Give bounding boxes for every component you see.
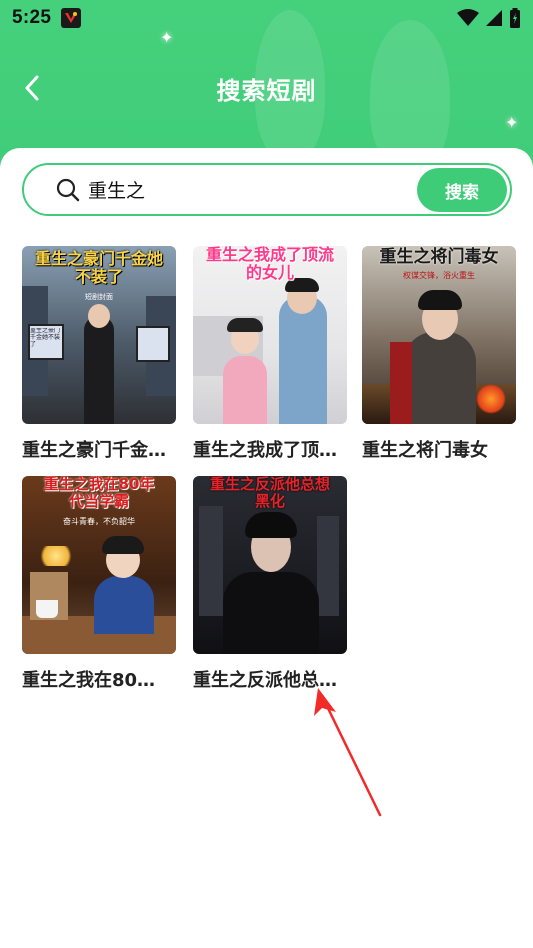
result-title: 重生之豪门千金… xyxy=(22,440,166,461)
search-button[interactable]: 搜索 xyxy=(417,168,507,212)
page-title: 搜索短剧 xyxy=(216,76,317,105)
cover-image: 重生之豪门千金她不装了 重生之豪门千金她不装了 短剧封面 xyxy=(22,246,176,424)
cover-title: 重生之我在80年代当学霸 xyxy=(43,476,155,510)
result-title: 重生之我在80… xyxy=(22,670,156,691)
search-icon xyxy=(56,178,80,201)
cover-subtitle: 权谋交锋，浴火重生 xyxy=(403,271,475,280)
cover-title: 重生之我成了顶流的女儿 xyxy=(205,246,334,282)
title-bar: 搜索短剧 xyxy=(0,60,533,116)
signal-icon xyxy=(486,10,502,26)
chevron-left-icon xyxy=(25,75,39,101)
result-card[interactable]: 重生之豪门千金她不装了 重生之豪门千金她不装了 短剧封面 重生之豪门千金… xyxy=(22,246,176,462)
cover-title: 重生之反派他总想黑化 xyxy=(209,476,330,510)
battery-icon xyxy=(510,8,520,28)
status-bar: 5:25 xyxy=(0,0,533,36)
cover-image: 重生之我成了顶流的女儿 xyxy=(193,246,347,424)
result-title: 重生之我成了顶… xyxy=(193,440,337,461)
cover-subtitle: 奋斗青春，不负韶华 xyxy=(63,517,135,526)
cover-image: 重生之反派他总想黑化 xyxy=(193,476,347,654)
result-card[interactable]: 重生之我在80年代当学霸 奋斗青春，不负韶华 重生之我在80… xyxy=(22,476,176,692)
status-time: 5:25 xyxy=(12,7,52,28)
app-notification-icon xyxy=(61,8,82,28)
result-card[interactable]: 重生之将门毒女 权谋交锋，浴火重生 重生之将门毒女 xyxy=(362,246,516,462)
cover-sign-text: 重生之豪门千金她不装了 xyxy=(30,328,61,348)
result-card[interactable]: 重生之我成了顶流的女儿 重生之我成了顶… xyxy=(193,246,347,462)
sparkle-icon: ✦ xyxy=(505,113,519,132)
cover-title: 重生之将门毒女 xyxy=(379,247,499,267)
result-title: 重生之反派他总… xyxy=(193,670,337,691)
wifi-icon xyxy=(457,9,479,26)
cover-subtitle: 短剧封面 xyxy=(85,293,113,301)
content-panel: 搜索 重生之豪门千金她不装了 重生之豪门千金她不装了 短剧封面 重生之豪门千金… xyxy=(0,148,533,948)
search-bar: 搜索 xyxy=(22,163,512,216)
result-card[interactable]: 重生之反派他总想黑化 重生之反派他总… xyxy=(193,476,347,692)
status-icons xyxy=(457,8,521,28)
result-title: 重生之将门毒女 xyxy=(362,440,488,461)
cover-image: 重生之我在80年代当学霸 奋斗青春，不负韶华 xyxy=(22,476,176,654)
back-button[interactable] xyxy=(14,70,50,106)
cover-title: 重生之豪门千金她不装了 xyxy=(34,249,163,286)
cover-image: 重生之将门毒女 权谋交锋，浴火重生 xyxy=(362,246,516,424)
search-input[interactable] xyxy=(88,178,388,201)
